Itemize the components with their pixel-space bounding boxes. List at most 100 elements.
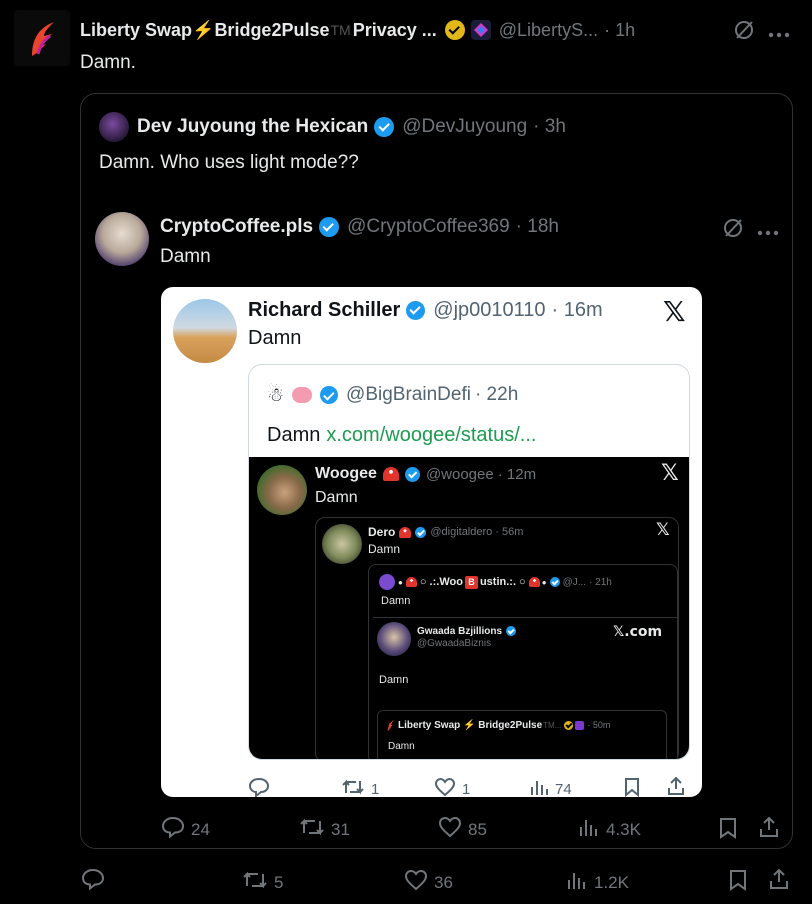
nested-post-time[interactable]: · 18h [516,216,559,238]
reply-button[interactable] [81,868,105,895]
verified-icon [415,526,427,538]
repost-button[interactable]: 5 [242,869,283,896]
heart-icon [434,777,456,797]
woogee-name: Woogee [315,465,377,482]
dot-icon: ● [541,577,547,587]
verified-icon [320,386,339,404]
dot-icon: ● [398,577,403,587]
liberty-logo-icon [387,719,394,731]
trademark-mark: TM... [543,720,562,730]
mushroom-emoji-icon [399,526,412,538]
liberty-swap-avatar[interactable] [14,10,70,66]
bigbrain-quote-card: ☃ @BigBrainDefi · 22h Damn x.com/woogee/… [248,364,690,760]
reply-button[interactable]: 24 [161,816,210,843]
dero-quote-card: Dero @digitaldero · 56m 𝕏 Damn ● ○ .:.Wo… [315,517,679,759]
verified-icon [374,117,395,137]
richard-handle: @jp0010110 [433,298,546,321]
verified-icon [406,300,426,320]
bigbrain-link: x.com/woogee/status/... [326,423,537,446]
x-logo-icon: 𝕏 [661,461,679,486]
woobustin-name-part: ustin.:. ○ [479,576,526,588]
brain-emoji-icon [292,387,313,403]
reply-count: 24 [191,819,210,839]
views-count: 1.2K [594,872,629,892]
quoted-author-name[interactable]: Dev Juyoung the Hexican [137,116,368,138]
dero-time: · 56m [495,526,524,538]
share-button[interactable] [758,816,780,843]
main-tweet: Liberty Swap⚡Bridge2Pulse TM Privacy ...… [0,0,812,904]
repost-icon [242,869,268,896]
share-icon [666,776,686,797]
dev-juyoung-avatar[interactable] [99,112,129,142]
woogee-handle: @woogee [425,465,494,483]
bigbrain-handle: @BigBrainDefi [346,384,471,405]
views-icon [566,869,588,896]
liberty-inner-name: Liberty Swap ⚡ Bridge2Pulse [398,719,543,731]
gwaada-name: Gwaada Bzjillions [417,625,503,637]
mushroom-emoji-icon [382,467,399,481]
woobustin-avatar [379,574,395,590]
more-options-icon[interactable] [768,26,790,38]
share-button[interactable] [768,868,790,895]
bigbrain-time: · 22h [474,384,519,405]
bigbrain-text: Damn [267,423,321,446]
grok-icon[interactable] [721,216,745,240]
views-count: 74 [555,780,572,798]
trademark-mark: TM [330,22,351,38]
verified-icon [506,626,517,636]
gwaada-text: Damn [379,674,409,686]
like-count: 36 [434,872,453,892]
mushroom-emoji-icon [528,577,540,587]
screenshot-image[interactable]: Richard Schiller @jp0010110 · 16m 𝕏 Damn… [161,287,702,797]
gwaada-handle: @GwaadaBiznis [417,638,492,649]
verified-icon [549,577,560,587]
gwaada-avatar [377,622,411,656]
repost-icon [341,777,365,797]
robot-emoji-icon: ☃ [267,384,285,406]
dero-text: Damn [368,542,401,556]
affiliate-badge-icon [575,720,585,730]
nested-author-name[interactable]: CryptoCoffee.pls [160,216,313,238]
bookmark-icon [623,777,641,797]
affiliate-badge-icon [470,20,491,40]
nested-tweet-text: Damn [160,246,211,267]
grok-icon[interactable] [732,18,756,42]
quoted-tweet-card[interactable]: Dev Juyoung the Hexican @DevJuyoung · 3h… [80,93,793,849]
views-button[interactable]: 1.2K [566,869,629,896]
repost-count: 1 [371,780,380,798]
post-time[interactable]: · 1h [604,20,635,41]
woobustin-text: Damn [381,595,411,607]
cryptocoffee-avatar[interactable] [95,212,149,266]
reply-icon [248,777,270,797]
woogee-text: Damn [315,489,358,506]
like-button[interactable]: 85 [438,816,487,843]
author-handle[interactable]: @LibertyS... [499,20,598,41]
gwaada-brand: 𝕏.com [613,624,663,640]
like-action: 1 [434,777,470,797]
dero-avatar [322,524,362,564]
woogee-screenshot: Woogee @woogee · 12m 𝕏 Damn Dero @digita… [249,457,689,759]
heart-icon [438,816,462,843]
nested-quoted-tweet[interactable]: CryptoCoffee.pls @CryptoCoffee369 · 18h … [81,200,792,848]
repost-button[interactable]: 31 [299,816,350,843]
woobustin-quote-card: ● ○ .:.Woo B ustin.:. ○ ● @J... · 21h Da… [368,564,678,759]
heart-icon [404,869,428,896]
woobustin-name-part: ○ .:.Woo [419,576,463,588]
quoted-author-handle[interactable]: @DevJuyoung [402,116,527,138]
more-options-icon[interactable] [757,224,779,236]
author-name-suffix[interactable]: Privacy ... [353,20,437,41]
liberty-inner-card: Liberty Swap ⚡ Bridge2Pulse TM... · 50m … [377,710,667,759]
woobustin-handle: @J... [562,576,587,588]
richard-time: · 16m [551,298,603,321]
bookmark-button[interactable] [718,817,738,844]
like-button[interactable]: 36 [404,869,453,896]
woogee-avatar [257,465,307,515]
richard-name: Richard Schiller [248,298,401,321]
author-name[interactable]: Liberty Swap⚡Bridge2Pulse [80,20,329,41]
b-emoji-icon: B [464,575,478,589]
nested-author-handle[interactable]: @CryptoCoffee369 [347,216,510,238]
views-button[interactable]: 4.3K [578,816,641,843]
quoted-post-time[interactable]: · 3h [533,116,566,138]
bookmark-button[interactable] [728,869,748,896]
dero-handle: @digitaldero [430,526,493,538]
